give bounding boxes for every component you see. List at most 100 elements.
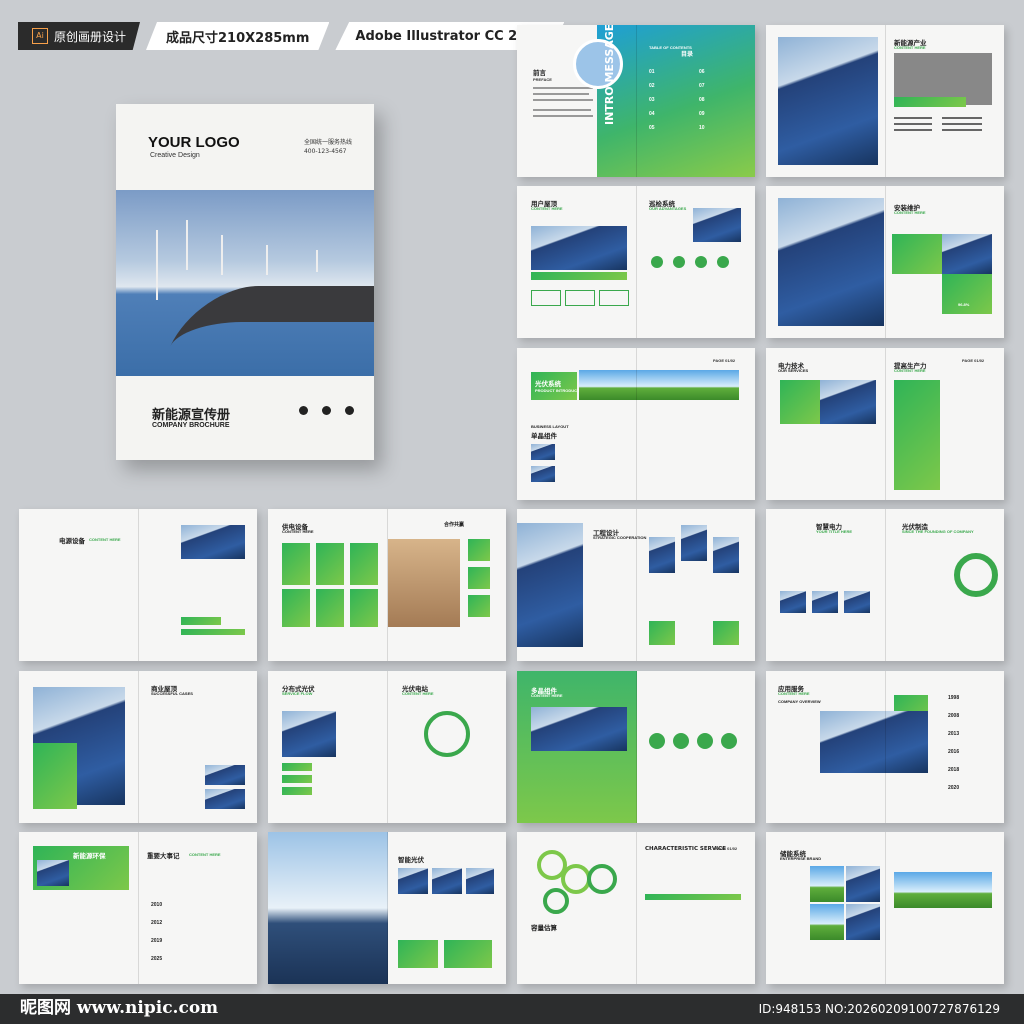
year-label: 2008 <box>948 713 960 719</box>
spread-sub: YOUR TITLE HERE <box>816 529 853 534</box>
spread-sub: CONTENT HERE <box>894 368 926 373</box>
year-label: 2019 <box>151 938 163 944</box>
ring-graphic <box>954 553 998 597</box>
toc-number: 06 <box>699 69 705 75</box>
page-number: PAGE 01/02 <box>715 846 738 851</box>
spread-sub: CONTENT HERE <box>531 206 563 211</box>
green-card <box>350 543 378 585</box>
green-overlay <box>33 743 77 809</box>
icon-tile <box>468 567 490 589</box>
toc-number: 10 <box>699 125 705 131</box>
spread-storage: 储能系统 ENTERPRISE BRAND <box>766 832 1004 984</box>
green-icon-block <box>892 234 942 274</box>
process-circle <box>587 864 617 894</box>
photo-circle <box>649 733 665 749</box>
spread-title: 重要大事记 <box>147 852 180 860</box>
ev-car-photo <box>894 872 992 908</box>
spread-title: 前言 <box>533 69 546 77</box>
spread-sub: OUR SERVICES <box>778 368 809 373</box>
landscape-photo <box>579 370 739 400</box>
toc-number: 08 <box>699 97 705 103</box>
phone-icon <box>299 406 308 415</box>
text-line <box>942 123 982 125</box>
advantage-icon <box>651 256 663 268</box>
toc-number: 09 <box>699 111 705 117</box>
text-line <box>942 117 982 119</box>
spread-sub: SINCE THE FOUNDING OF COMPANY <box>902 529 974 534</box>
solar-photo <box>282 711 336 757</box>
green-bar <box>181 617 221 625</box>
cover-title: 新能源宣传册 <box>152 408 231 423</box>
spread-title: CHARACTERISTIC SERVICE <box>645 846 726 852</box>
spread-sub: CONTENT HERE <box>531 693 563 698</box>
green-quote-block <box>444 940 492 968</box>
step-bar <box>282 787 312 795</box>
turbine-solar-photo <box>517 523 583 647</box>
green-banner <box>531 272 627 280</box>
thumb-photo <box>649 537 675 573</box>
turbine <box>221 235 223 275</box>
cover-logo-sub: Creative Design <box>150 152 200 159</box>
thumb-photo <box>810 904 844 940</box>
watermark-id: ID:948153 NO:20260209100727876129 <box>758 1002 1000 1016</box>
thumb-photo <box>846 866 880 902</box>
green-card <box>282 589 310 627</box>
toc-number: 01 <box>649 69 655 75</box>
thumb-photo <box>205 765 245 785</box>
cover-hotline: 全国统一服务热线 400-123-4567 <box>304 138 352 156</box>
watermark-site: 昵图网 www.nipic.com <box>20 998 219 1018</box>
text-line <box>533 87 593 89</box>
green-card <box>316 589 344 627</box>
turbine <box>316 250 318 272</box>
overview-label: COMPANY OVERVIEW <box>778 699 821 704</box>
feature-box <box>531 290 561 306</box>
photo-circle <box>673 733 689 749</box>
solar-sunset-photo <box>778 37 878 165</box>
solar-sunset-photo <box>820 711 928 773</box>
solar-install-photo <box>778 198 884 326</box>
thumb-photo <box>681 525 707 561</box>
page-number: PAGE 01/02 <box>713 358 736 363</box>
pylon-solar-photo <box>268 832 388 984</box>
layout-label: BUSINESS LAYOUT <box>531 424 569 429</box>
text-line <box>533 115 593 117</box>
solar-photo <box>181 525 245 559</box>
thumb-photo <box>844 591 870 613</box>
text-line <box>942 129 982 131</box>
green-card <box>350 589 378 627</box>
toc-number: 04 <box>649 111 655 117</box>
spread-sub: OUR ADVANTAGES <box>649 206 687 211</box>
solar-photo <box>531 226 627 270</box>
thumb-photo <box>466 868 494 894</box>
spread-title: 新能源环保 <box>73 852 106 860</box>
spread-user-roof: 用户屋顶 CONTENT HERE 巡检系统 OUR ADVANTAGES <box>517 186 755 338</box>
stat-percent: 96.8% <box>958 302 970 307</box>
solar-dark-photo <box>531 707 627 751</box>
toc-number: 05 <box>649 125 655 131</box>
text-line <box>894 123 932 125</box>
hotline-label: 全国统一服务热线 <box>303 139 352 146</box>
thumb-photo <box>432 868 462 894</box>
year-label: 2013 <box>948 731 960 737</box>
toc-cn: 目录 <box>681 52 694 58</box>
spread-install: 安装维护 CONTENT HERE 96.8% <box>766 186 1004 338</box>
green-card <box>316 543 344 585</box>
spread-sub: STRATEGIC COOPERATION <box>593 535 647 540</box>
year-label: 2012 <box>151 920 163 926</box>
spread-title: 合作共赢 <box>444 522 465 528</box>
thumb-photo <box>810 866 844 902</box>
green-stat-block <box>942 274 992 314</box>
watermark-bar: 昵图网 www.nipic.com ID:948153 NO:202602091… <box>0 994 1024 1024</box>
spread-commercial-roof: 商业屋顶 SUCCESSFUL CASES <box>19 671 257 823</box>
green-block <box>713 621 739 645</box>
spread-sub: CONTENT HERE <box>894 45 926 50</box>
spread-application: 应用服务 CONTENT HERE COMPANY OVERVIEW 1998 … <box>766 671 1004 823</box>
intro-message: INTRO MESSAGE <box>603 25 616 125</box>
top-tag-bar: Ai 原创画册设计 成品尺寸210X285mm Adobe Illustrator… <box>18 22 565 50</box>
green-column <box>894 380 940 490</box>
spread-power-equipment: 电源设备 CONTENT HERE <box>19 509 257 661</box>
thumb-photo <box>780 591 806 613</box>
hotline-number: 400-123-4567 <box>303 148 347 155</box>
green-banner <box>894 97 966 107</box>
spread-title: 光伏系统 <box>535 380 561 388</box>
